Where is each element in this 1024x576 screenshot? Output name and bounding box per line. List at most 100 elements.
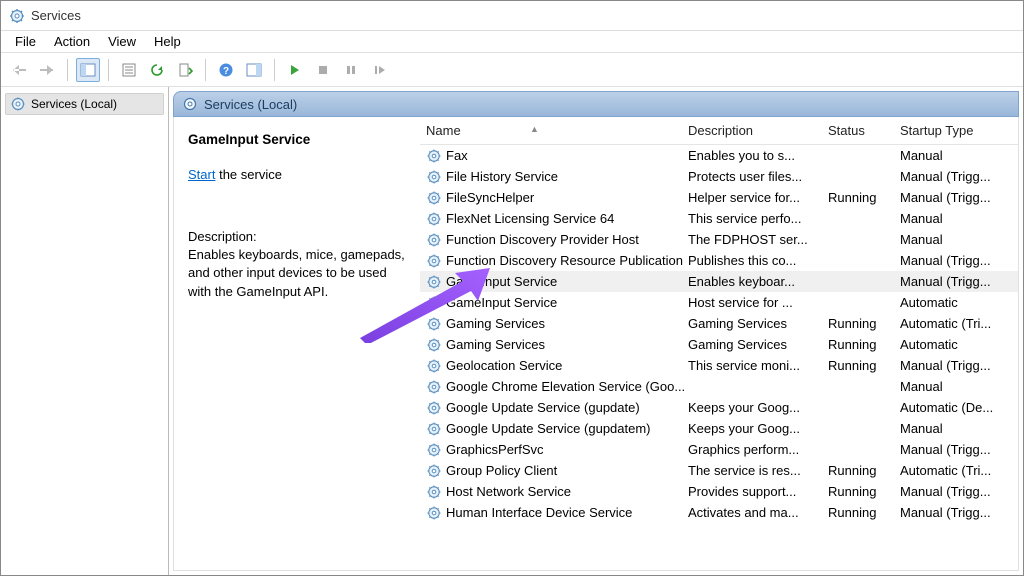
service-startup-type: Manual (900, 148, 1018, 163)
pane-header-title: Services (Local) (204, 97, 297, 112)
service-status: Running (828, 463, 900, 478)
service-name: GameInput Service (446, 274, 557, 289)
column-headers: Name▲ Description Status Startup Type (420, 117, 1018, 145)
column-status[interactable]: Status (828, 123, 900, 138)
tree-pane: Services (Local) (1, 87, 169, 575)
column-description[interactable]: Description (688, 123, 828, 138)
column-startup-type[interactable]: Startup Type (900, 123, 1018, 138)
show-hide-tree-button[interactable] (76, 58, 100, 82)
service-row[interactable]: GameInput Service Enables keyboar... Manua… (420, 271, 1018, 292)
start-service-link[interactable]: Start (188, 167, 215, 182)
service-name: Geolocation Service (446, 358, 562, 373)
service-name: Google Update Service (gupdatem) (446, 421, 651, 436)
service-description: Provides support... (688, 484, 828, 499)
service-description: Keeps your Goog... (688, 400, 828, 415)
service-description: Keeps your Goog... (688, 421, 828, 436)
service-startup-type: Manual (900, 232, 1018, 247)
gear-icon (426, 463, 442, 479)
detail-panel: GameInput Service Start the service Desc… (174, 117, 420, 570)
service-row[interactable]: Host Network ServiceProvides support...R… (420, 481, 1018, 502)
service-startup-type: Manual (Trigg... (900, 190, 1018, 205)
service-row[interactable]: GameInput ServiceHost service for ...Aut… (420, 292, 1018, 313)
service-row[interactable]: FaxEnables you to s...Manual (420, 145, 1018, 166)
service-row[interactable]: FileSyncHelperHelper service for...Runni… (420, 187, 1018, 208)
service-name: Google Chrome Elevation Service (Goo... (446, 379, 685, 394)
show-hide-action-pane-button[interactable] (242, 58, 266, 82)
service-row[interactable]: Human Interface Device ServiceActivates … (420, 502, 1018, 523)
svg-text:?: ? (223, 66, 229, 77)
service-startup-type: Manual (Trigg... (900, 253, 1018, 268)
service-row[interactable]: Google Update Service (gupdate)Keeps you… (420, 397, 1018, 418)
gear-icon (426, 484, 442, 500)
service-name: Gaming Services (446, 337, 545, 352)
menu-help[interactable]: Help (146, 32, 189, 51)
service-row[interactable]: Group Policy ClientThe service is res...… (420, 460, 1018, 481)
pane-header: Services (Local) (173, 91, 1019, 117)
service-description: Publishes this co... (688, 253, 828, 268)
gear-icon (426, 505, 442, 521)
gear-icon (426, 169, 442, 185)
gear-icon (426, 421, 442, 437)
gear-icon (10, 96, 26, 112)
service-row[interactable]: Function Discovery Resource Publication P… (420, 250, 1018, 271)
service-startup-type: Automatic (De... (900, 400, 1018, 415)
gear-icon (426, 253, 442, 269)
service-startup-type: Manual (Trigg... (900, 169, 1018, 184)
service-row[interactable]: File History ServiceProtects user files.… (420, 166, 1018, 187)
stop-service-button[interactable] (311, 58, 335, 82)
service-startup-type: Manual (900, 421, 1018, 436)
menu-action[interactable]: Action (46, 32, 98, 51)
menu-file[interactable]: File (7, 32, 44, 51)
toolbar: ? (1, 53, 1023, 87)
gear-icon (426, 358, 442, 374)
service-description: Enables keyboar... (688, 274, 828, 289)
service-description: This service perfo... (688, 211, 828, 226)
service-row[interactable]: GraphicsPerfSvcGraphics perform...Manual… (420, 439, 1018, 460)
menubar: File Action View Help (1, 31, 1023, 53)
service-row[interactable]: Google Chrome Elevation Service (Goo...M… (420, 376, 1018, 397)
restart-service-button[interactable] (367, 58, 391, 82)
service-name: Function Discovery Provider Host (446, 232, 639, 247)
toolbar-separator (108, 59, 109, 81)
service-startup-type: Automatic (Tri... (900, 316, 1018, 331)
gear-icon (426, 232, 442, 248)
service-startup-type: Manual (Trigg... (900, 274, 1018, 289)
service-name: FileSyncHelper (446, 190, 534, 205)
service-startup-type: Manual (Trigg... (900, 442, 1018, 457)
help-button[interactable]: ? (214, 58, 238, 82)
service-name: Function Discovery Resource Publication (446, 253, 683, 268)
pause-service-button[interactable] (339, 58, 363, 82)
column-name[interactable]: Name▲ (420, 123, 688, 138)
service-description: Enables you to s... (688, 148, 828, 163)
refresh-button[interactable] (145, 58, 169, 82)
service-status: Running (828, 484, 900, 499)
service-startup-type: Automatic (Tri... (900, 463, 1018, 478)
window-title: Services (31, 8, 81, 23)
start-service-button[interactable] (283, 58, 307, 82)
service-row[interactable]: Google Update Service (gupdatem) Keeps yo… (420, 418, 1018, 439)
service-row[interactable]: FlexNet Licensing Service 64 This service… (420, 208, 1018, 229)
service-row[interactable]: Gaming ServicesGaming ServicesRunningAut… (420, 334, 1018, 355)
nav-forward-button[interactable] (35, 58, 59, 82)
nav-back-button[interactable] (7, 58, 31, 82)
service-row[interactable]: Gaming ServicesGaming ServicesRunningAut… (420, 313, 1018, 334)
service-description: Gaming Services (688, 316, 828, 331)
gear-icon (426, 379, 442, 395)
service-row[interactable]: Function Discovery Provider HostThe FDPH… (420, 229, 1018, 250)
gear-icon (426, 316, 442, 332)
tree-node-services-local[interactable]: Services (Local) (5, 93, 164, 115)
gear-icon (426, 274, 442, 290)
service-description: Gaming Services (688, 337, 828, 352)
menu-view[interactable]: View (100, 32, 144, 51)
service-description: Activates and ma... (688, 505, 828, 520)
start-service-line: Start the service (188, 166, 408, 184)
service-name: FlexNet Licensing Service 64 (446, 211, 614, 226)
main-pane: Services (Local) GameInput Service Start… (169, 87, 1023, 575)
service-row[interactable]: Geolocation ServiceThis service moni...R… (420, 355, 1018, 376)
service-startup-type: Manual (Trigg... (900, 358, 1018, 373)
toolbar-separator (67, 59, 68, 81)
service-description: The service is res... (688, 463, 828, 478)
service-name: GameInput Service (446, 295, 557, 310)
export-list-button[interactable] (173, 58, 197, 82)
properties-button[interactable] (117, 58, 141, 82)
